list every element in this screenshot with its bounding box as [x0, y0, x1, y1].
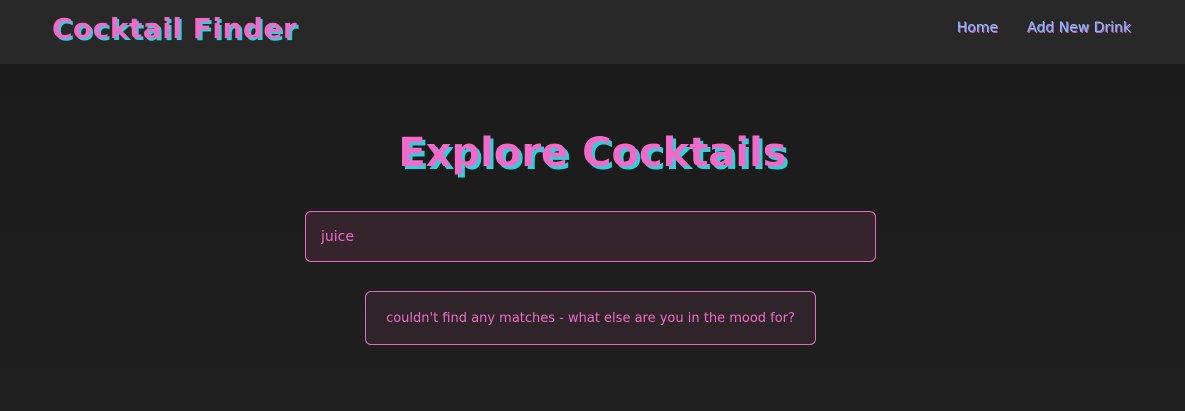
search-input[interactable]	[305, 211, 876, 262]
main-content: Explore Cocktails couldn't find any matc…	[0, 64, 1185, 411]
nav-link-home[interactable]: Home	[957, 20, 998, 36]
nav-link-add-new-drink[interactable]: Add New Drink	[1027, 20, 1131, 36]
nav-links: Home Add New Drink	[957, 20, 1131, 36]
navbar: Cocktail Finder Home Add New Drink	[0, 0, 1185, 64]
no-results-message-box: couldn't find any matches - what else ar…	[365, 291, 816, 345]
brand-logo-link[interactable]: Cocktail Finder	[52, 12, 297, 45]
page-title: Explore Cocktails	[398, 130, 787, 176]
no-results-message: couldn't find any matches - what else ar…	[386, 310, 795, 326]
